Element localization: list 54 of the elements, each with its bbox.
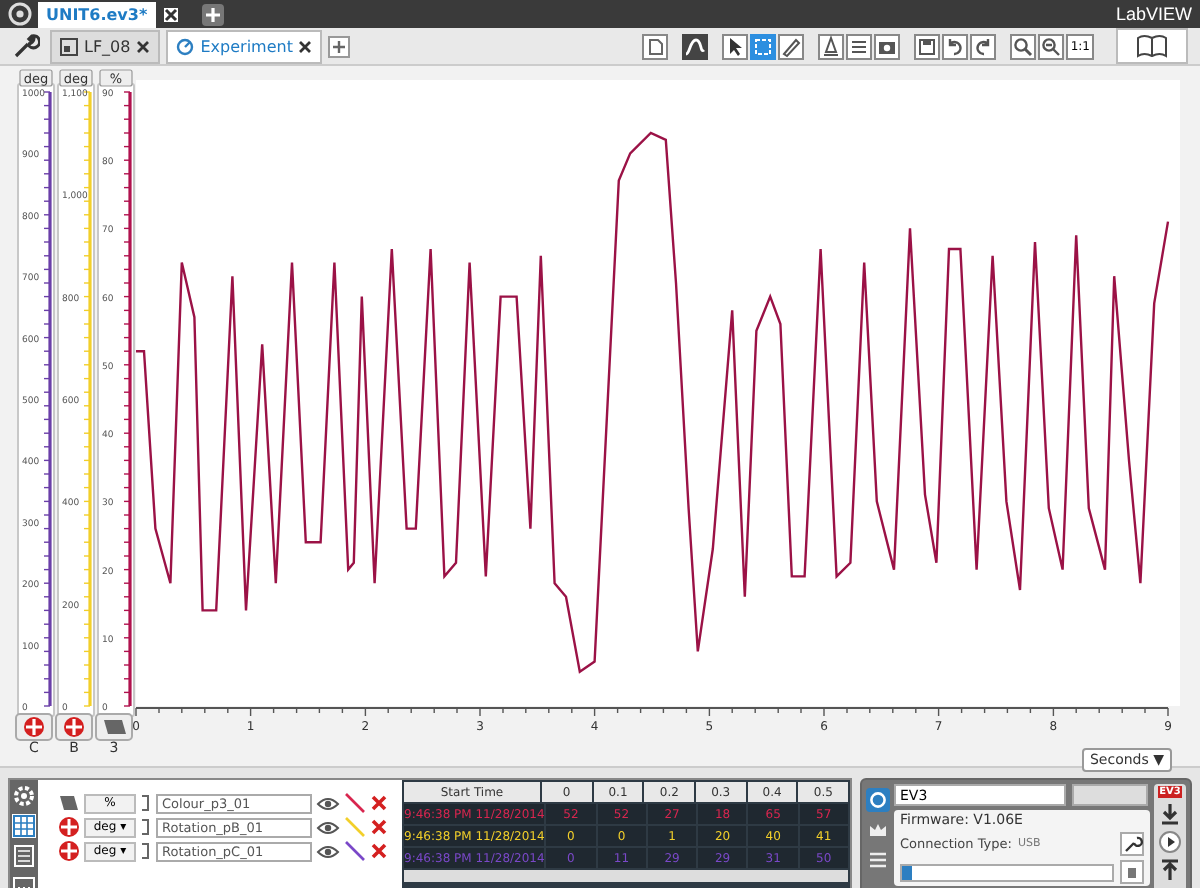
close-icon[interactable] — [163, 7, 178, 21]
program-icon — [60, 37, 78, 55]
program-tab[interactable]: LF_08 — [50, 29, 161, 63]
level-icon[interactable] — [818, 33, 845, 59]
document-icon[interactable] — [642, 33, 669, 59]
sensor-port-icon — [58, 792, 80, 814]
motor-port-icon — [58, 816, 80, 838]
zoom-in-icon[interactable] — [1010, 33, 1037, 59]
undo-icon[interactable] — [942, 33, 969, 59]
close-icon[interactable] — [136, 39, 151, 53]
delete-icon[interactable] — [370, 794, 388, 812]
list-icon[interactable] — [846, 33, 873, 59]
motor-port-icon[interactable] — [15, 713, 53, 741]
book-icon — [1136, 34, 1168, 58]
pen-icon[interactable] — [778, 33, 805, 59]
motor-port-icon[interactable] — [55, 713, 93, 741]
pointer-icon[interactable] — [722, 33, 749, 59]
upload-icon[interactable] — [1158, 858, 1182, 882]
help-button[interactable] — [1116, 28, 1188, 64]
line-style-icon[interactable] — [344, 840, 366, 862]
close-icon[interactable] — [298, 39, 313, 53]
line-style-icon[interactable] — [344, 792, 366, 814]
camera-icon[interactable] — [874, 33, 901, 59]
scroll-bar[interactable] — [404, 870, 848, 882]
settings-icon[interactable] — [12, 784, 36, 808]
table-icon[interactable] — [12, 814, 36, 838]
eye-icon[interactable] — [316, 843, 340, 859]
eye-icon[interactable] — [316, 795, 340, 811]
download-icon[interactable] — [1158, 802, 1182, 826]
motor-port-icon — [58, 840, 80, 862]
home-icon[interactable] — [8, 2, 32, 26]
zoom-out-icon[interactable] — [1038, 33, 1065, 59]
gauge-icon — [176, 37, 195, 55]
delete-icon[interactable] — [370, 818, 388, 836]
save-icon[interactable] — [914, 33, 941, 59]
eye-icon[interactable] — [316, 819, 340, 835]
project-tab[interactable]: UNIT6.ev3* — [38, 2, 156, 28]
wrench-icon[interactable] — [1120, 832, 1144, 856]
sensor-port-icon[interactable] — [95, 713, 133, 741]
calculator-icon[interactable] — [12, 844, 36, 868]
program-tab[interactable]: Experiment — [166, 29, 323, 63]
play-icon[interactable] — [1158, 830, 1182, 854]
graph-icon[interactable] — [682, 33, 709, 59]
info-icon[interactable] — [866, 788, 890, 812]
tab-label: LF_08 — [84, 37, 131, 55]
battery-meter — [1072, 784, 1148, 806]
trash-icon[interactable] — [1120, 860, 1144, 884]
tab-label: Experiment — [200, 37, 293, 55]
brand-logo: LabVIEW — [1115, 4, 1192, 24]
add-tab-icon[interactable] — [328, 35, 351, 57]
redo-icon[interactable] — [970, 33, 997, 59]
delete-icon[interactable] — [370, 842, 388, 860]
wrench-icon[interactable] — [12, 32, 40, 60]
list-icon[interactable] — [866, 848, 890, 872]
